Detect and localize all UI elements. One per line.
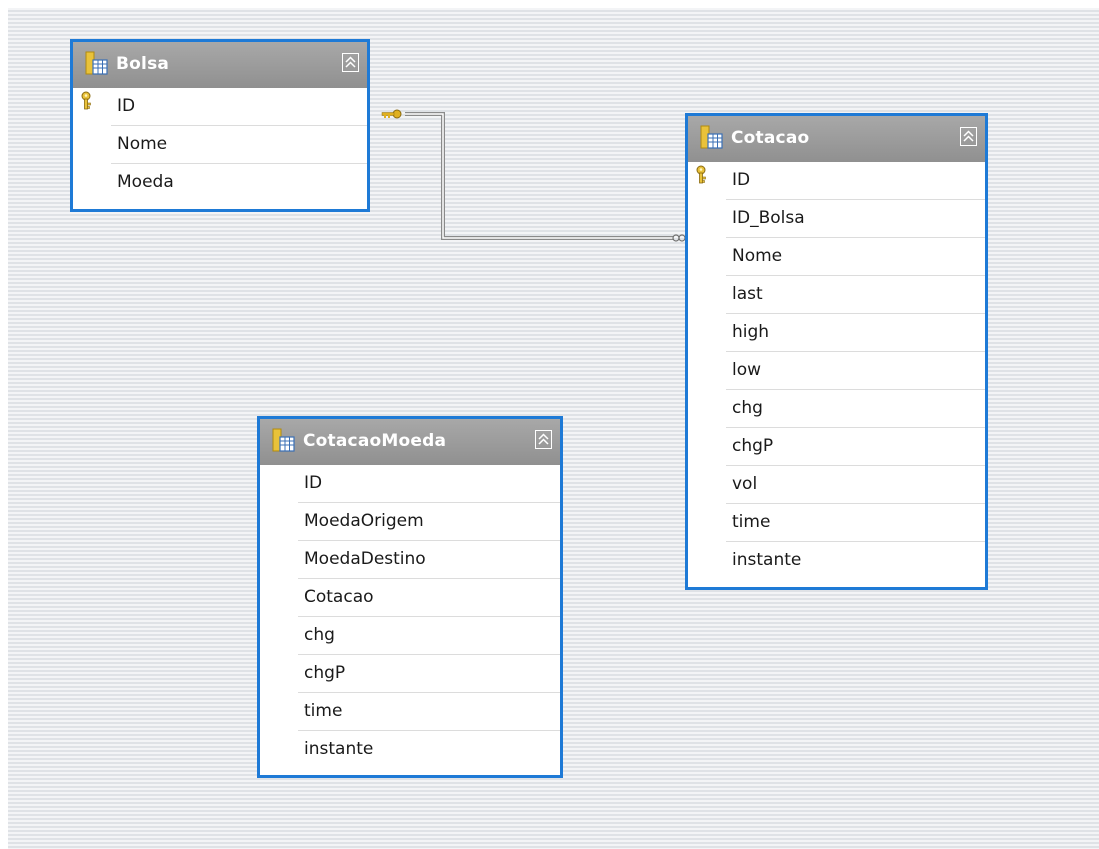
collapse-up-icon	[345, 56, 356, 68]
column-name: low	[732, 360, 762, 380]
column-row[interactable]: Moeda	[111, 164, 367, 202]
column-row[interactable]: vol	[726, 466, 985, 504]
column-row[interactable]: MoedaDestino	[298, 541, 560, 579]
relationship-infinity-end-icon	[672, 234, 686, 242]
column-name: Nome	[732, 246, 783, 266]
column-row[interactable]: low	[726, 352, 985, 390]
table-icon	[272, 428, 295, 452]
diagram-canvas: Bolsa ID Nome Moeda Cotacao ID ID_Bolsa …	[8, 8, 1099, 849]
column-name: chg	[732, 398, 763, 418]
column-row[interactable]: chgP	[726, 428, 985, 466]
table-title: CotacaoMoeda	[303, 431, 447, 451]
column-name: ID	[304, 473, 323, 493]
collapse-button[interactable]	[535, 430, 552, 449]
table-header[interactable]: CotacaoMoeda	[260, 419, 560, 465]
column-row[interactable]: time	[298, 693, 560, 731]
column-name: MoedaDestino	[304, 549, 426, 569]
column-row[interactable]: chgP	[298, 655, 560, 693]
table-cotacaomoeda[interactable]: CotacaoMoeda ID MoedaOrigem MoedaDestino…	[257, 416, 563, 778]
column-row[interactable]: Nome	[726, 238, 985, 276]
column-row[interactable]: chg	[298, 617, 560, 655]
column-row[interactable]: chg	[726, 390, 985, 428]
collapse-button[interactable]	[342, 53, 359, 72]
column-row[interactable]: instante	[298, 731, 560, 769]
column-row[interactable]: MoedaOrigem	[298, 503, 560, 541]
column-name: Moeda	[117, 172, 174, 192]
column-name: last	[732, 284, 763, 304]
column-row[interactable]: Nome	[111, 126, 367, 164]
column-name: high	[732, 322, 770, 342]
collapse-button[interactable]	[960, 127, 977, 146]
primary-key-icon	[696, 165, 706, 184]
column-name: time	[304, 701, 343, 721]
column-name: chgP	[732, 436, 774, 456]
relationship-connector[interactable]	[405, 112, 674, 240]
column-list: ID ID_Bolsa Nome last high low chg chgP	[688, 162, 985, 580]
column-row[interactable]: ID	[298, 465, 560, 503]
column-name: vol	[732, 474, 758, 494]
table-title: Cotacao	[731, 128, 810, 148]
column-name: time	[732, 512, 771, 532]
column-list: ID Nome Moeda	[73, 88, 367, 202]
table-title: Bolsa	[116, 54, 170, 74]
collapse-up-icon	[538, 433, 549, 445]
column-row[interactable]: ID	[696, 162, 985, 200]
column-row[interactable]: time	[726, 504, 985, 542]
column-name: Cotacao	[304, 587, 374, 607]
table-cotacao[interactable]: Cotacao ID ID_Bolsa Nome last high low c…	[685, 113, 988, 590]
table-header[interactable]: Bolsa	[73, 42, 367, 88]
column-row[interactable]: high	[726, 314, 985, 352]
table-header[interactable]: Cotacao	[688, 116, 985, 162]
column-name: chgP	[304, 663, 346, 683]
column-name: Nome	[117, 134, 168, 154]
column-name: ID_Bolsa	[732, 208, 805, 228]
column-row[interactable]: ID_Bolsa	[726, 200, 985, 238]
column-row[interactable]: last	[726, 276, 985, 314]
primary-key-icon	[81, 91, 91, 110]
column-name: instante	[732, 550, 802, 570]
column-row[interactable]: ID	[81, 88, 367, 126]
relationship-key-end-icon	[381, 109, 402, 119]
column-name: instante	[304, 739, 374, 759]
collapse-up-icon	[963, 130, 974, 142]
column-list: ID MoedaOrigem MoedaDestino Cotacao chg …	[260, 465, 560, 769]
column-name: MoedaOrigem	[304, 511, 424, 531]
column-name: chg	[304, 625, 335, 645]
column-name: ID	[732, 170, 751, 190]
column-row[interactable]: instante	[726, 542, 985, 580]
table-icon	[700, 125, 723, 149]
table-icon	[85, 51, 108, 75]
column-row[interactable]: Cotacao	[298, 579, 560, 617]
table-bolsa[interactable]: Bolsa ID Nome Moeda	[70, 39, 370, 212]
column-name: ID	[117, 96, 136, 116]
